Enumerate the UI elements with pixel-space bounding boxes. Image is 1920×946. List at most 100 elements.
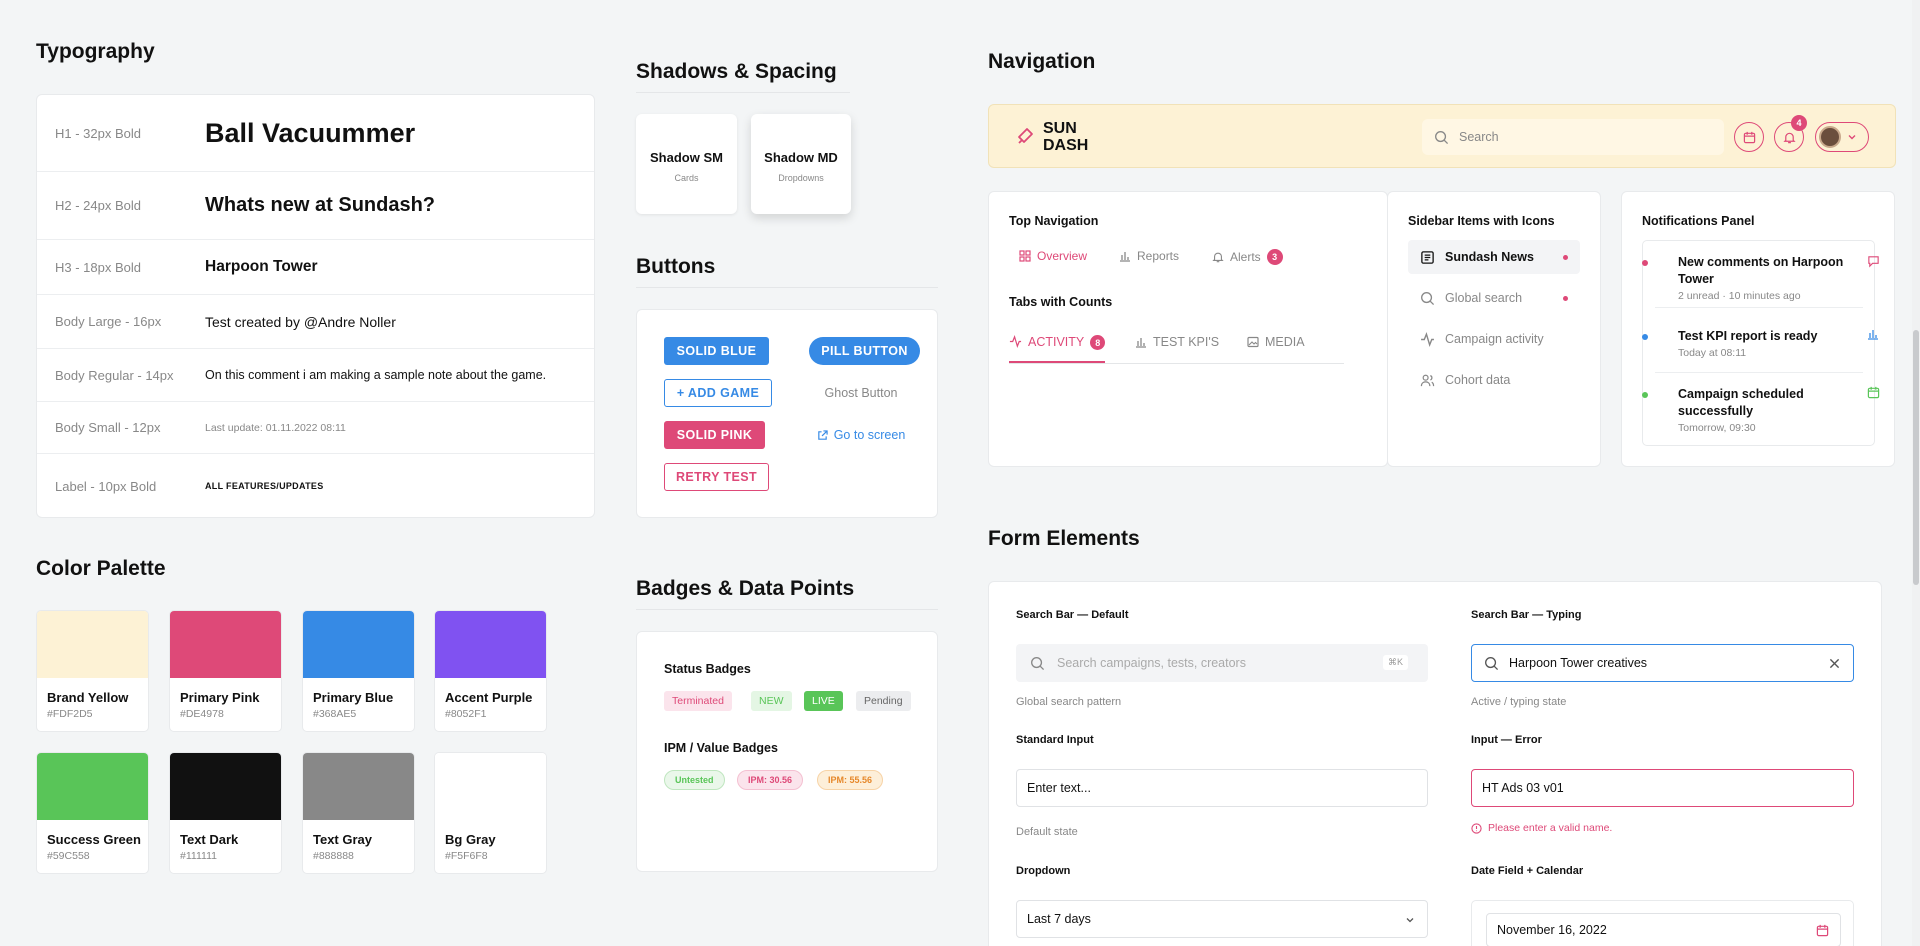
newspaper-icon: [1421, 250, 1434, 264]
typo-label: H2 - 24px Bold: [55, 198, 141, 213]
scrollbar-thumb[interactable]: [1913, 330, 1919, 585]
brand-logo[interactable]: SUN DASH: [1043, 120, 1088, 154]
swatch-name: Text Gray: [313, 832, 373, 847]
notification-sub: Tomorrow, 09:30: [1678, 422, 1756, 434]
date-calendar-container: November 16, 2022: [1471, 900, 1854, 946]
divider: [636, 92, 850, 93]
calendar-button[interactable]: [1734, 122, 1764, 152]
go-to-screen-link[interactable]: Go to screen: [809, 421, 913, 449]
top-header-bar: SUN DASH Search 4: [988, 104, 1896, 168]
search-typing-hint: Active / typing state: [1471, 696, 1567, 708]
search-icon: [1031, 656, 1045, 670]
activity-icon: [1421, 331, 1434, 347]
top-nav-alerts-label: Alerts: [1230, 250, 1261, 264]
typo-sample-h1: Ball Vacuummer: [205, 117, 416, 148]
typo-row-h1: H1 - 32px Bold Ball Vacuummer: [37, 95, 594, 172]
page-scrollbar[interactable]: [1912, 0, 1920, 946]
typo-label: Body Regular - 14px: [55, 367, 174, 383]
typo-row-body-large: Body Large - 16px Test created by @Andre…: [37, 295, 594, 349]
status-badges-title: Status Badges: [664, 662, 751, 676]
standard-input-label: Standard Input: [1016, 734, 1094, 746]
search-typing-input[interactable]: Harpoon Tower creatives: [1471, 644, 1854, 682]
typo-row-h2: H2 - 24px Bold Whats new at Sundash?: [37, 172, 594, 240]
bar-chart-icon: [1120, 252, 1130, 262]
forms-title: Form Elements: [988, 527, 1140, 550]
sidebar-item-label: Sundash News: [1445, 250, 1534, 264]
notification-dot: [1642, 392, 1648, 398]
notifications-button[interactable]: 4: [1774, 115, 1807, 152]
bar-chart-icon: [1868, 330, 1878, 340]
calendar-icon[interactable]: [1816, 924, 1829, 937]
tab-media[interactable]: MEDIA: [1247, 335, 1305, 349]
activity-icon: [1009, 335, 1022, 348]
solid-blue-button[interactable]: SOLID BLUE: [664, 337, 769, 365]
notification-dot: [1642, 334, 1648, 340]
swatch-name: Primary Pink: [180, 690, 260, 705]
top-navigation-card: Top Navigation Overview Reports Alerts 3…: [988, 191, 1388, 467]
search-icon: [1485, 656, 1499, 670]
pill-button[interactable]: PILL BUTTON: [809, 337, 920, 365]
sidebar-item-global-search[interactable]: Global search: [1408, 281, 1580, 315]
alert-circle-icon: [1471, 822, 1482, 834]
activity-count-badge: 8: [1090, 335, 1106, 350]
notification-title: Test KPI report is ready: [1678, 329, 1818, 343]
sidebar-item-label: Cohort data: [1445, 373, 1511, 387]
typo-sample-h3: Harpoon Tower: [205, 258, 318, 275]
shadow-md-title: Shadow MD: [764, 150, 838, 165]
swatch-color: [37, 611, 148, 678]
standard-input[interactable]: Enter text...: [1016, 769, 1428, 807]
swatch-color: [37, 753, 148, 820]
date-value: November 16, 2022: [1497, 923, 1607, 937]
search-default-placeholder: Search campaigns, tests, creators: [1057, 656, 1246, 670]
typo-row-h3: H3 - 18px Bold Harpoon Tower: [37, 240, 594, 295]
search-default-input[interactable]: Search campaigns, tests, creators ⌘K: [1016, 644, 1428, 682]
typo-label: Body Small - 12px: [55, 420, 161, 435]
dropdown-select[interactable]: Last 7 days: [1016, 900, 1428, 938]
top-nav-reports-label: Reports: [1137, 249, 1180, 263]
swatch-hex: #8052F1: [445, 708, 487, 720]
tabs-divider: [1009, 363, 1344, 364]
ghost-button[interactable]: Ghost Button: [809, 379, 913, 407]
notification-item[interactable]: Test KPI report is ready Today at 08:11: [1642, 328, 1878, 359]
tab-activity[interactable]: ACTIVITY 8: [1009, 335, 1106, 363]
top-nav-reports[interactable]: Reports: [1119, 249, 1179, 263]
swatch-hex: #111111: [180, 850, 217, 862]
logo-icon: [1018, 128, 1033, 144]
top-navigation-title: Top Navigation: [1009, 214, 1099, 228]
tab-test-kpis[interactable]: TEST KPI'S: [1135, 335, 1219, 349]
notification-sub: Today at 08:11: [1678, 347, 1747, 359]
solid-pink-button[interactable]: SOLID PINK: [664, 421, 765, 449]
add-game-button[interactable]: + ADD GAME: [664, 379, 772, 407]
buttons-title: Buttons: [636, 255, 716, 278]
swatch-hex: #DE4978: [180, 708, 224, 720]
user-menu[interactable]: [1815, 122, 1869, 152]
buttons-card: SOLID BLUE PILL BUTTON + ADD GAME Ghost …: [636, 309, 938, 518]
close-icon[interactable]: [1829, 658, 1840, 669]
notification-item[interactable]: Campaign scheduled successfully Tomorrow…: [1642, 386, 1880, 434]
retry-test-button[interactable]: RETRY TEST: [664, 463, 769, 491]
swatch-hex: #888888: [313, 850, 354, 862]
comment-icon: [1868, 256, 1879, 268]
sidebar-item-campaign-activity[interactable]: Campaign activity: [1408, 322, 1580, 356]
date-input[interactable]: November 16, 2022: [1486, 913, 1841, 946]
swatch-color: [303, 753, 414, 820]
badge-live: LIVE: [804, 691, 843, 711]
badges-title: Badges & Data Points: [636, 577, 855, 600]
notification-item[interactable]: New comments on Harpoon Tower 2 unread ·…: [1642, 254, 1879, 302]
error-message-text: Please enter a valid name.: [1488, 822, 1613, 834]
error-input[interactable]: HT Ads 03 v01: [1471, 769, 1854, 807]
shortcut-hint: ⌘K: [1382, 655, 1408, 670]
sidebar-item-sundash-news[interactable]: Sundash News: [1408, 240, 1580, 274]
go-to-screen-label: Go to screen: [833, 428, 906, 442]
swatch-primary-blue: Primary Blue #368AE5: [302, 610, 415, 732]
header-search[interactable]: Search: [1422, 119, 1724, 155]
sidebar-item-cohort-data[interactable]: Cohort data: [1408, 363, 1580, 397]
top-nav-overview[interactable]: Overview: [1019, 249, 1087, 263]
external-link-icon: [817, 429, 828, 440]
bell-icon: [1782, 132, 1796, 143]
dropdown-label: Dropdown: [1016, 865, 1071, 877]
avatar: [1819, 126, 1841, 148]
top-nav-alerts[interactable]: Alerts 3: [1212, 249, 1283, 265]
badge-new: NEW: [751, 691, 792, 711]
divider: [1655, 307, 1863, 308]
